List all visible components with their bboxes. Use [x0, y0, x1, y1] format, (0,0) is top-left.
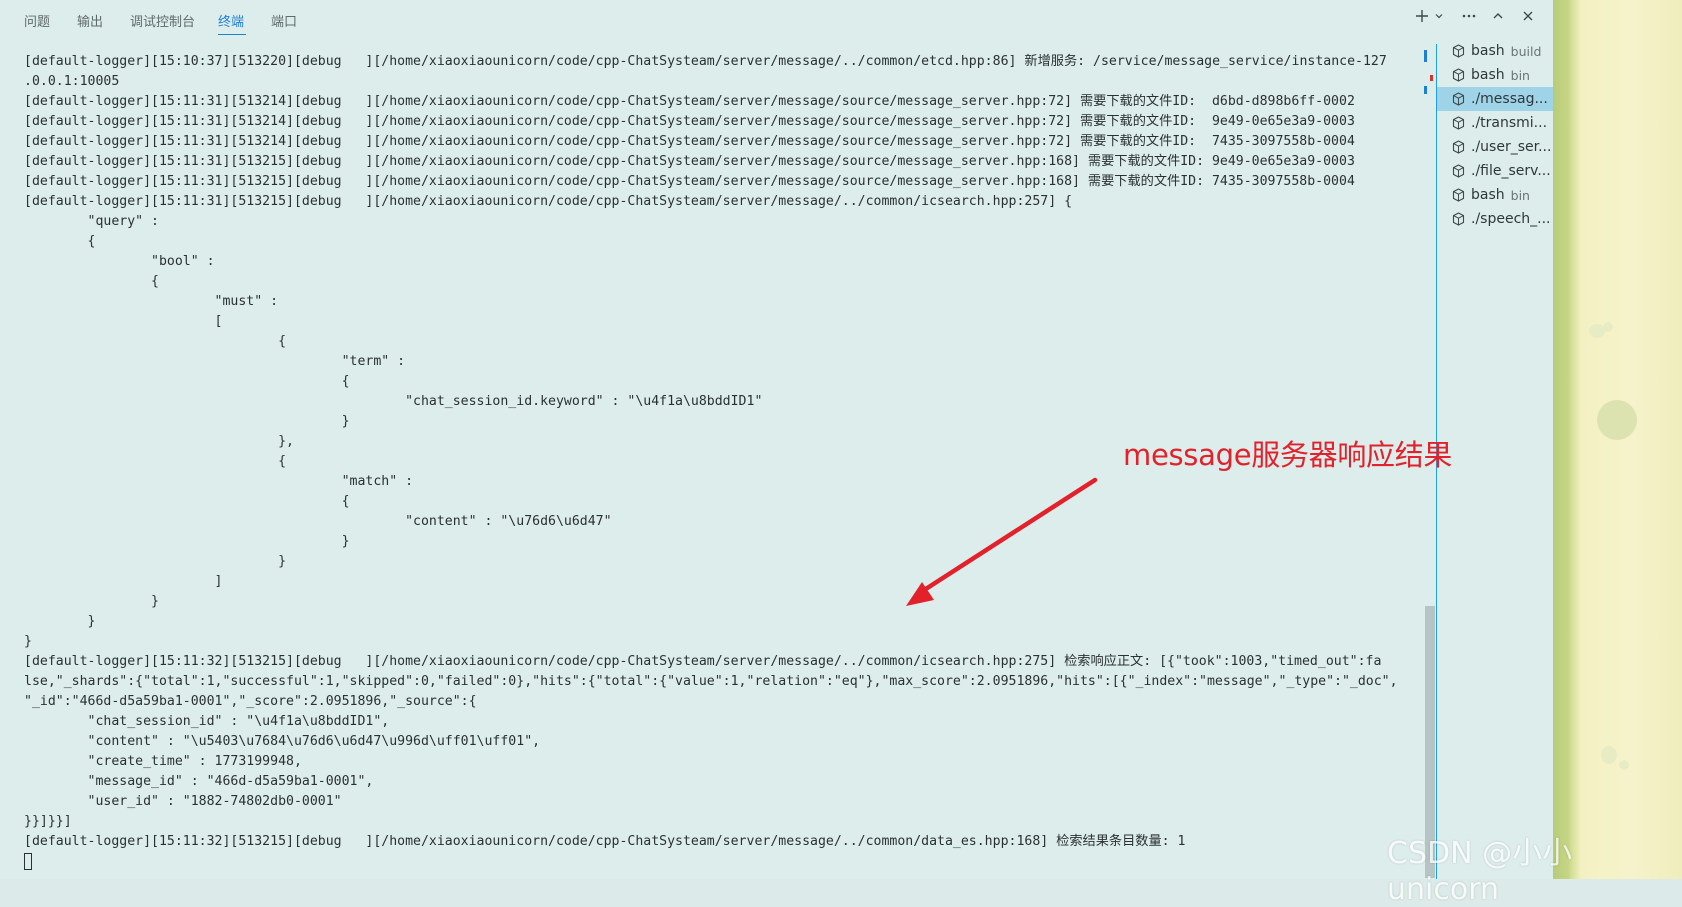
- desktop-background: [1553, 0, 1682, 879]
- terminal-list-item[interactable]: ./user_ser...: [1437, 135, 1553, 159]
- terminal-cube-icon: [1451, 212, 1465, 226]
- tab-output[interactable]: 输出: [77, 11, 103, 30]
- terminal-line: }}]}}]: [24, 814, 72, 829]
- terminal-line: [default-logger][15:11:31][513214][debug…: [24, 114, 1355, 129]
- terminal-list-item-cwd: bin: [1510, 67, 1530, 83]
- terminal-line: }: [24, 594, 159, 609]
- chevron-down-icon[interactable]: [1432, 6, 1446, 26]
- annotation-label: message服务器响应结果: [1123, 438, 1453, 472]
- terminal-line: [: [24, 314, 223, 329]
- active-tab-indicator: [218, 34, 246, 35]
- close-icon[interactable]: [1518, 6, 1538, 26]
- terminal-list-item[interactable]: bash bin: [1437, 63, 1553, 87]
- terminal-line: [default-logger][15:11:31][513215][debug…: [24, 154, 1355, 169]
- terminal-line: {: [24, 494, 350, 509]
- terminal-list-item-name: ./messag...: [1471, 91, 1548, 107]
- terminal-line: "message_id" : "466d-d5a59ba1-0001",: [24, 774, 374, 789]
- terminal-line: "term" :: [24, 354, 406, 369]
- terminal-line: }: [24, 534, 350, 549]
- ellipsis-icon[interactable]: [1459, 6, 1479, 26]
- terminal-line: [default-logger][15:11:32][513215][debug…: [24, 654, 1382, 669]
- terminal-line: }: [24, 634, 32, 649]
- terminal-line: "content" : "\u5403\u7684\u76d6\u6d47\u9…: [24, 734, 541, 749]
- panel-tab-bar: 问题 输出 调试控制台 终端 端口: [0, 0, 1553, 38]
- terminal-line: "create_time" : 1773199948,: [24, 754, 302, 769]
- terminal-line: ]: [24, 574, 223, 589]
- terminal-list-item[interactable]: ./file_serv...: [1437, 159, 1553, 183]
- terminal-line: "_id":"466d-d5a59ba1-0001","_score":2.09…: [24, 694, 477, 709]
- terminal-cube-icon: [1451, 140, 1465, 154]
- plus-icon[interactable]: [1412, 6, 1432, 26]
- terminal-list-item[interactable]: ./transmi...: [1437, 111, 1553, 135]
- terminal-line: lse,"_shards":{"total":1,"successful":1,…: [24, 674, 1398, 689]
- terminal-line: {: [24, 374, 350, 389]
- watermark: CSDN @小小unicorn: [1387, 836, 1573, 907]
- terminal-list-item[interactable]: bash build: [1437, 39, 1553, 63]
- terminal-list-item-name: ./speech_...: [1471, 211, 1551, 227]
- terminal-line: }: [24, 554, 287, 569]
- terminal-line: {: [24, 274, 159, 289]
- scroll-marker: [1424, 86, 1427, 94]
- terminal-list-item-name: ./user_ser...: [1471, 139, 1552, 155]
- terminal-line: "bool" :: [24, 254, 215, 269]
- terminal-line: "chat_session_id.keyword" : "\u4f1a\u8bd…: [24, 394, 763, 409]
- terminal-line: "match" :: [24, 474, 414, 489]
- terminal-cube-icon: [1451, 116, 1465, 130]
- tab-ports[interactable]: 端口: [271, 11, 297, 30]
- tab-problems[interactable]: 问题: [24, 11, 50, 30]
- terminal-line: [default-logger][15:11:31][513215][debug…: [24, 194, 1073, 209]
- terminal-line: "query" :: [24, 214, 159, 229]
- terminal-line: "user_id" : "1882-74802db0-0001": [24, 794, 342, 809]
- terminal-list-item-name: ./file_serv...: [1471, 163, 1551, 179]
- terminal-cube-icon: [1451, 44, 1465, 58]
- tab-terminal[interactable]: 终端: [218, 11, 244, 30]
- terminal-line: {: [24, 334, 287, 349]
- terminal-line: {: [24, 234, 96, 249]
- terminal-list-item-name: bash: [1471, 43, 1505, 59]
- terminal-line: }: [24, 414, 350, 429]
- terminal-line: [default-logger][15:11:31][513215][debug…: [24, 174, 1355, 189]
- terminal-cube-icon: [1451, 92, 1465, 106]
- terminal-list: bash build bash bin ./messag... ./transmi....…: [1437, 38, 1553, 879]
- terminal-list-item-cwd: bin: [1510, 187, 1530, 203]
- terminal-prompt[interactable]: [24, 852, 1419, 872]
- chevron-up-icon[interactable]: [1488, 6, 1508, 26]
- terminal-list-item-cwd: build: [1510, 43, 1542, 59]
- terminal-line: "content" : "\u76d6\u6d47": [24, 514, 612, 529]
- terminal-cube-icon: [1451, 68, 1465, 82]
- terminal-line: [default-logger][15:10:37][513220][debug…: [24, 54, 1387, 69]
- terminal-list-item-name: bash: [1471, 67, 1505, 83]
- terminal-cursor: [24, 853, 32, 870]
- terminal-list-item-name: ./transmi...: [1471, 115, 1548, 131]
- terminal-list-item[interactable]: bash bin: [1437, 183, 1553, 207]
- scroll-marker: [1424, 50, 1427, 62]
- terminal-line: .0.0.1:10005: [24, 74, 120, 89]
- terminal-line: }: [24, 614, 96, 629]
- terminal-line: "must" :: [24, 294, 279, 309]
- terminal-list-item[interactable]: ./speech_...: [1437, 207, 1553, 231]
- terminal-list-item-name: bash: [1471, 187, 1505, 203]
- terminal-cube-icon: [1451, 188, 1465, 202]
- scroll-marker-error: [1430, 75, 1433, 81]
- tab-debug-console[interactable]: 调试控制台: [130, 11, 195, 30]
- terminal-line: [default-logger][15:11:31][513214][debug…: [24, 94, 1355, 109]
- terminal-line: [default-logger][15:11:31][513214][debug…: [24, 134, 1355, 149]
- terminal-cube-icon: [1451, 164, 1465, 178]
- terminal-line: "chat_session_id" : "\u4f1a\u8bddID1",: [24, 714, 390, 729]
- terminal-line: [default-logger][15:11:32][513215][debug…: [24, 834, 1186, 849]
- terminal-list-item[interactable]: ./messag...: [1437, 87, 1553, 111]
